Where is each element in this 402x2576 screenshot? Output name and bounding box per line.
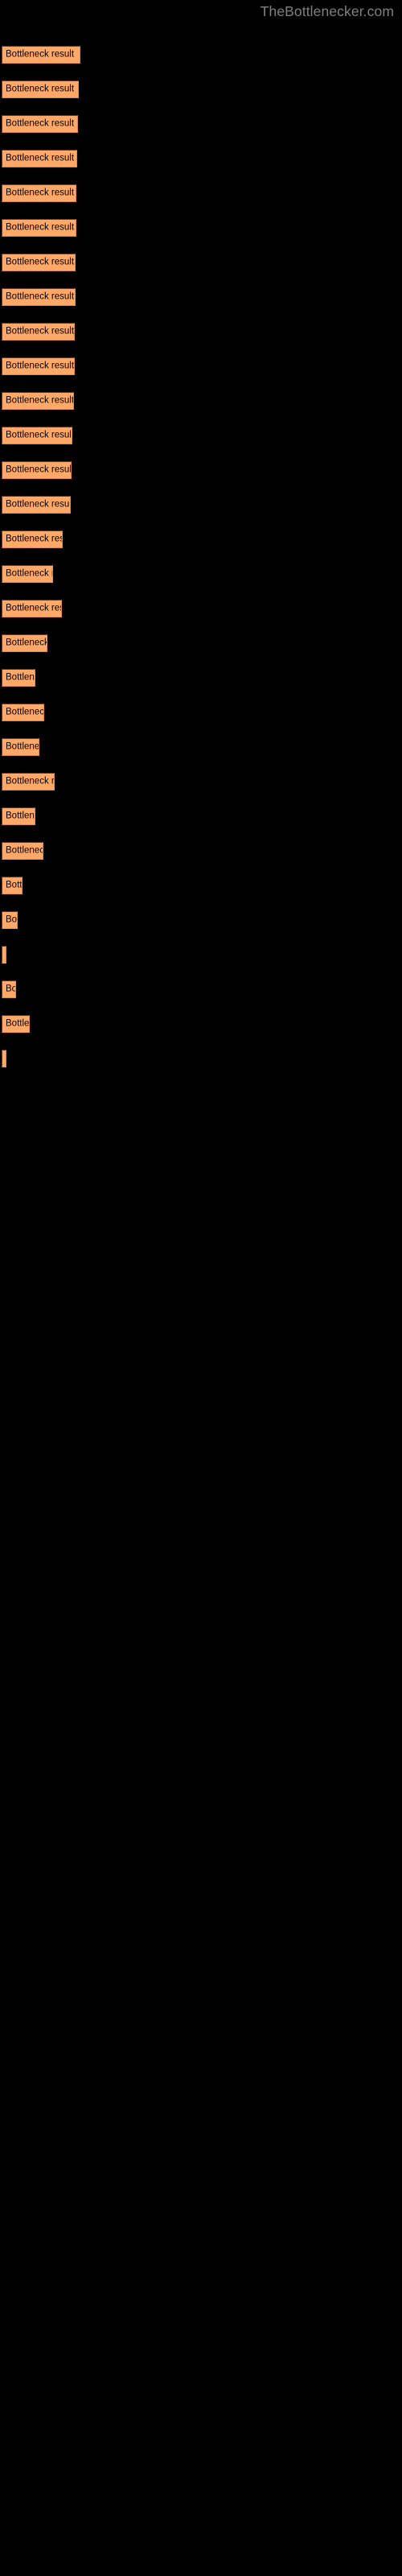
bar-row: Bottleneck result [0, 273, 402, 308]
bar[interactable]: Bottleneck result [2, 461, 72, 479]
bar-label: Bottleneck result [6, 707, 44, 717]
bar[interactable]: Bottleneck result [2, 184, 76, 202]
bar-row: Bottleneck result [0, 896, 402, 931]
bar[interactable]: Bottleneck result [2, 150, 77, 167]
bar-label: Bottleneck result [6, 638, 47, 648]
bar-label: Bottleneck result [6, 361, 75, 371]
bar-label: Bottleneck result [6, 603, 61, 613]
bar-row: Bottleneck result [0, 204, 402, 238]
bar[interactable]: Bottleneck result [2, 600, 62, 617]
bar-label: Bottleneck result [6, 534, 62, 544]
bar-label: Bottleneck result [6, 880, 23, 890]
bar[interactable]: Bottleneck result [2, 877, 23, 894]
bar-row: Bottleneck result [0, 931, 402, 965]
bar-row: Bottleneck result [0, 515, 402, 550]
bar[interactable]: Bottleneck result [2, 219, 76, 237]
bar-label: Bottleneck result [6, 430, 72, 440]
bar-row: Bottleneck result [0, 342, 402, 377]
bar[interactable]: Bottleneck result [2, 392, 74, 410]
bar[interactable]: Bottleneck result [2, 980, 16, 998]
bar-label: Bottleneck result [6, 188, 75, 198]
bar-label: Bottleneck result [6, 845, 43, 856]
bar-row: Bottleneck result [0, 965, 402, 1000]
bar[interactable]: Bottleneck result [2, 254, 76, 271]
bar-row: Bottleneck result [0, 1034, 402, 1069]
bar-label: Bottleneck result [6, 672, 35, 683]
bar-row: Bottleneck result [0, 238, 402, 273]
bar-label: Bottleneck result [6, 118, 75, 129]
site-title: TheBottlenecker.com [260, 3, 394, 20]
bar[interactable]: Bottleneck result [2, 46, 80, 64]
bar-label: Bottleneck result [6, 568, 52, 579]
bar-row: Bottleneck result [0, 377, 402, 411]
bar-row: Bottleneck result [0, 411, 402, 446]
bar-label: Bottleneck result [6, 1018, 30, 1029]
bar-row: Bottleneck result [0, 550, 402, 584]
bar-row: Bottleneck result [0, 688, 402, 723]
bar-row: Bottleneck result [0, 31, 402, 65]
bar[interactable]: Bottleneck result [2, 80, 79, 98]
bar-label: Bottleneck result [6, 49, 75, 60]
bar-label: Bottleneck result [6, 291, 75, 302]
bar-label: Bottleneck result [6, 257, 75, 267]
bar[interactable]: Bottleneck result [2, 669, 35, 687]
bar[interactable]: Bottleneck result [2, 738, 39, 756]
bar-label: Bottleneck result [6, 153, 75, 163]
bar-row: Bottleneck result [0, 792, 402, 827]
bar[interactable]: Bottleneck result [2, 530, 63, 548]
bar[interactable]: Bottleneck result [2, 704, 44, 721]
bar[interactable]: Bottleneck result [2, 773, 55, 791]
bar[interactable]: Bottleneck result [2, 807, 35, 825]
bar[interactable]: Bottleneck result [2, 565, 53, 583]
bar[interactable]: Bottleneck result [2, 288, 76, 306]
bar[interactable]: Bottleneck result [2, 1050, 6, 1067]
bar-label: Bottleneck result [6, 811, 35, 821]
bar-label: Bottleneck result [6, 326, 75, 336]
bar[interactable]: Bottleneck result [2, 496, 71, 514]
bar[interactable]: Bottleneck result [2, 842, 43, 860]
bar-row: Bottleneck result [0, 1000, 402, 1034]
bar-label: Bottleneck result [6, 395, 74, 406]
bar-row: Bottleneck result [0, 723, 402, 758]
bar[interactable]: Bottleneck result [2, 357, 75, 375]
bar-label: Bottleneck result [6, 741, 39, 752]
bar-row: Bottleneck result [0, 827, 402, 861]
site-header: TheBottlenecker.com [0, 0, 402, 24]
bar[interactable]: Bottleneck result [2, 323, 75, 341]
bar[interactable]: Bottleneck result [2, 634, 47, 652]
bar[interactable]: Bottleneck result [2, 115, 78, 133]
bar[interactable]: Bottleneck result [2, 1015, 30, 1033]
bar-row: Bottleneck result [0, 758, 402, 792]
bar-row: Bottleneck result [0, 654, 402, 688]
bar-label: Bottleneck result [6, 222, 75, 233]
bar-label: Bottleneck result [6, 499, 71, 510]
bar-row: Bottleneck result [0, 134, 402, 169]
bar-label: Bottleneck result [6, 984, 16, 994]
bar-label: Bottleneck result [6, 84, 75, 94]
bar-row: Bottleneck result [0, 446, 402, 481]
bar-label: Bottleneck result [6, 776, 55, 786]
bar-label: Bottleneck result [6, 914, 18, 925]
bar[interactable]: Bottleneck result [2, 427, 72, 444]
bar-row: Bottleneck result [0, 861, 402, 896]
bar[interactable]: Bottleneck result [2, 946, 6, 964]
bar[interactable]: Bottleneck result [2, 911, 18, 929]
bar-row: Bottleneck result [0, 584, 402, 619]
bottleneck-bar-chart: Bottleneck result Bottleneck result Bottle… [0, 31, 402, 1069]
bar-row: Bottleneck result [0, 100, 402, 134]
bar-label: Bottleneck result [6, 464, 72, 475]
bar-row: Bottleneck result [0, 619, 402, 654]
bar-row: Bottleneck result [0, 65, 402, 100]
bar-row: Bottleneck result [0, 169, 402, 204]
bar-row: Bottleneck result [0, 308, 402, 342]
bar-row: Bottleneck result [0, 481, 402, 515]
